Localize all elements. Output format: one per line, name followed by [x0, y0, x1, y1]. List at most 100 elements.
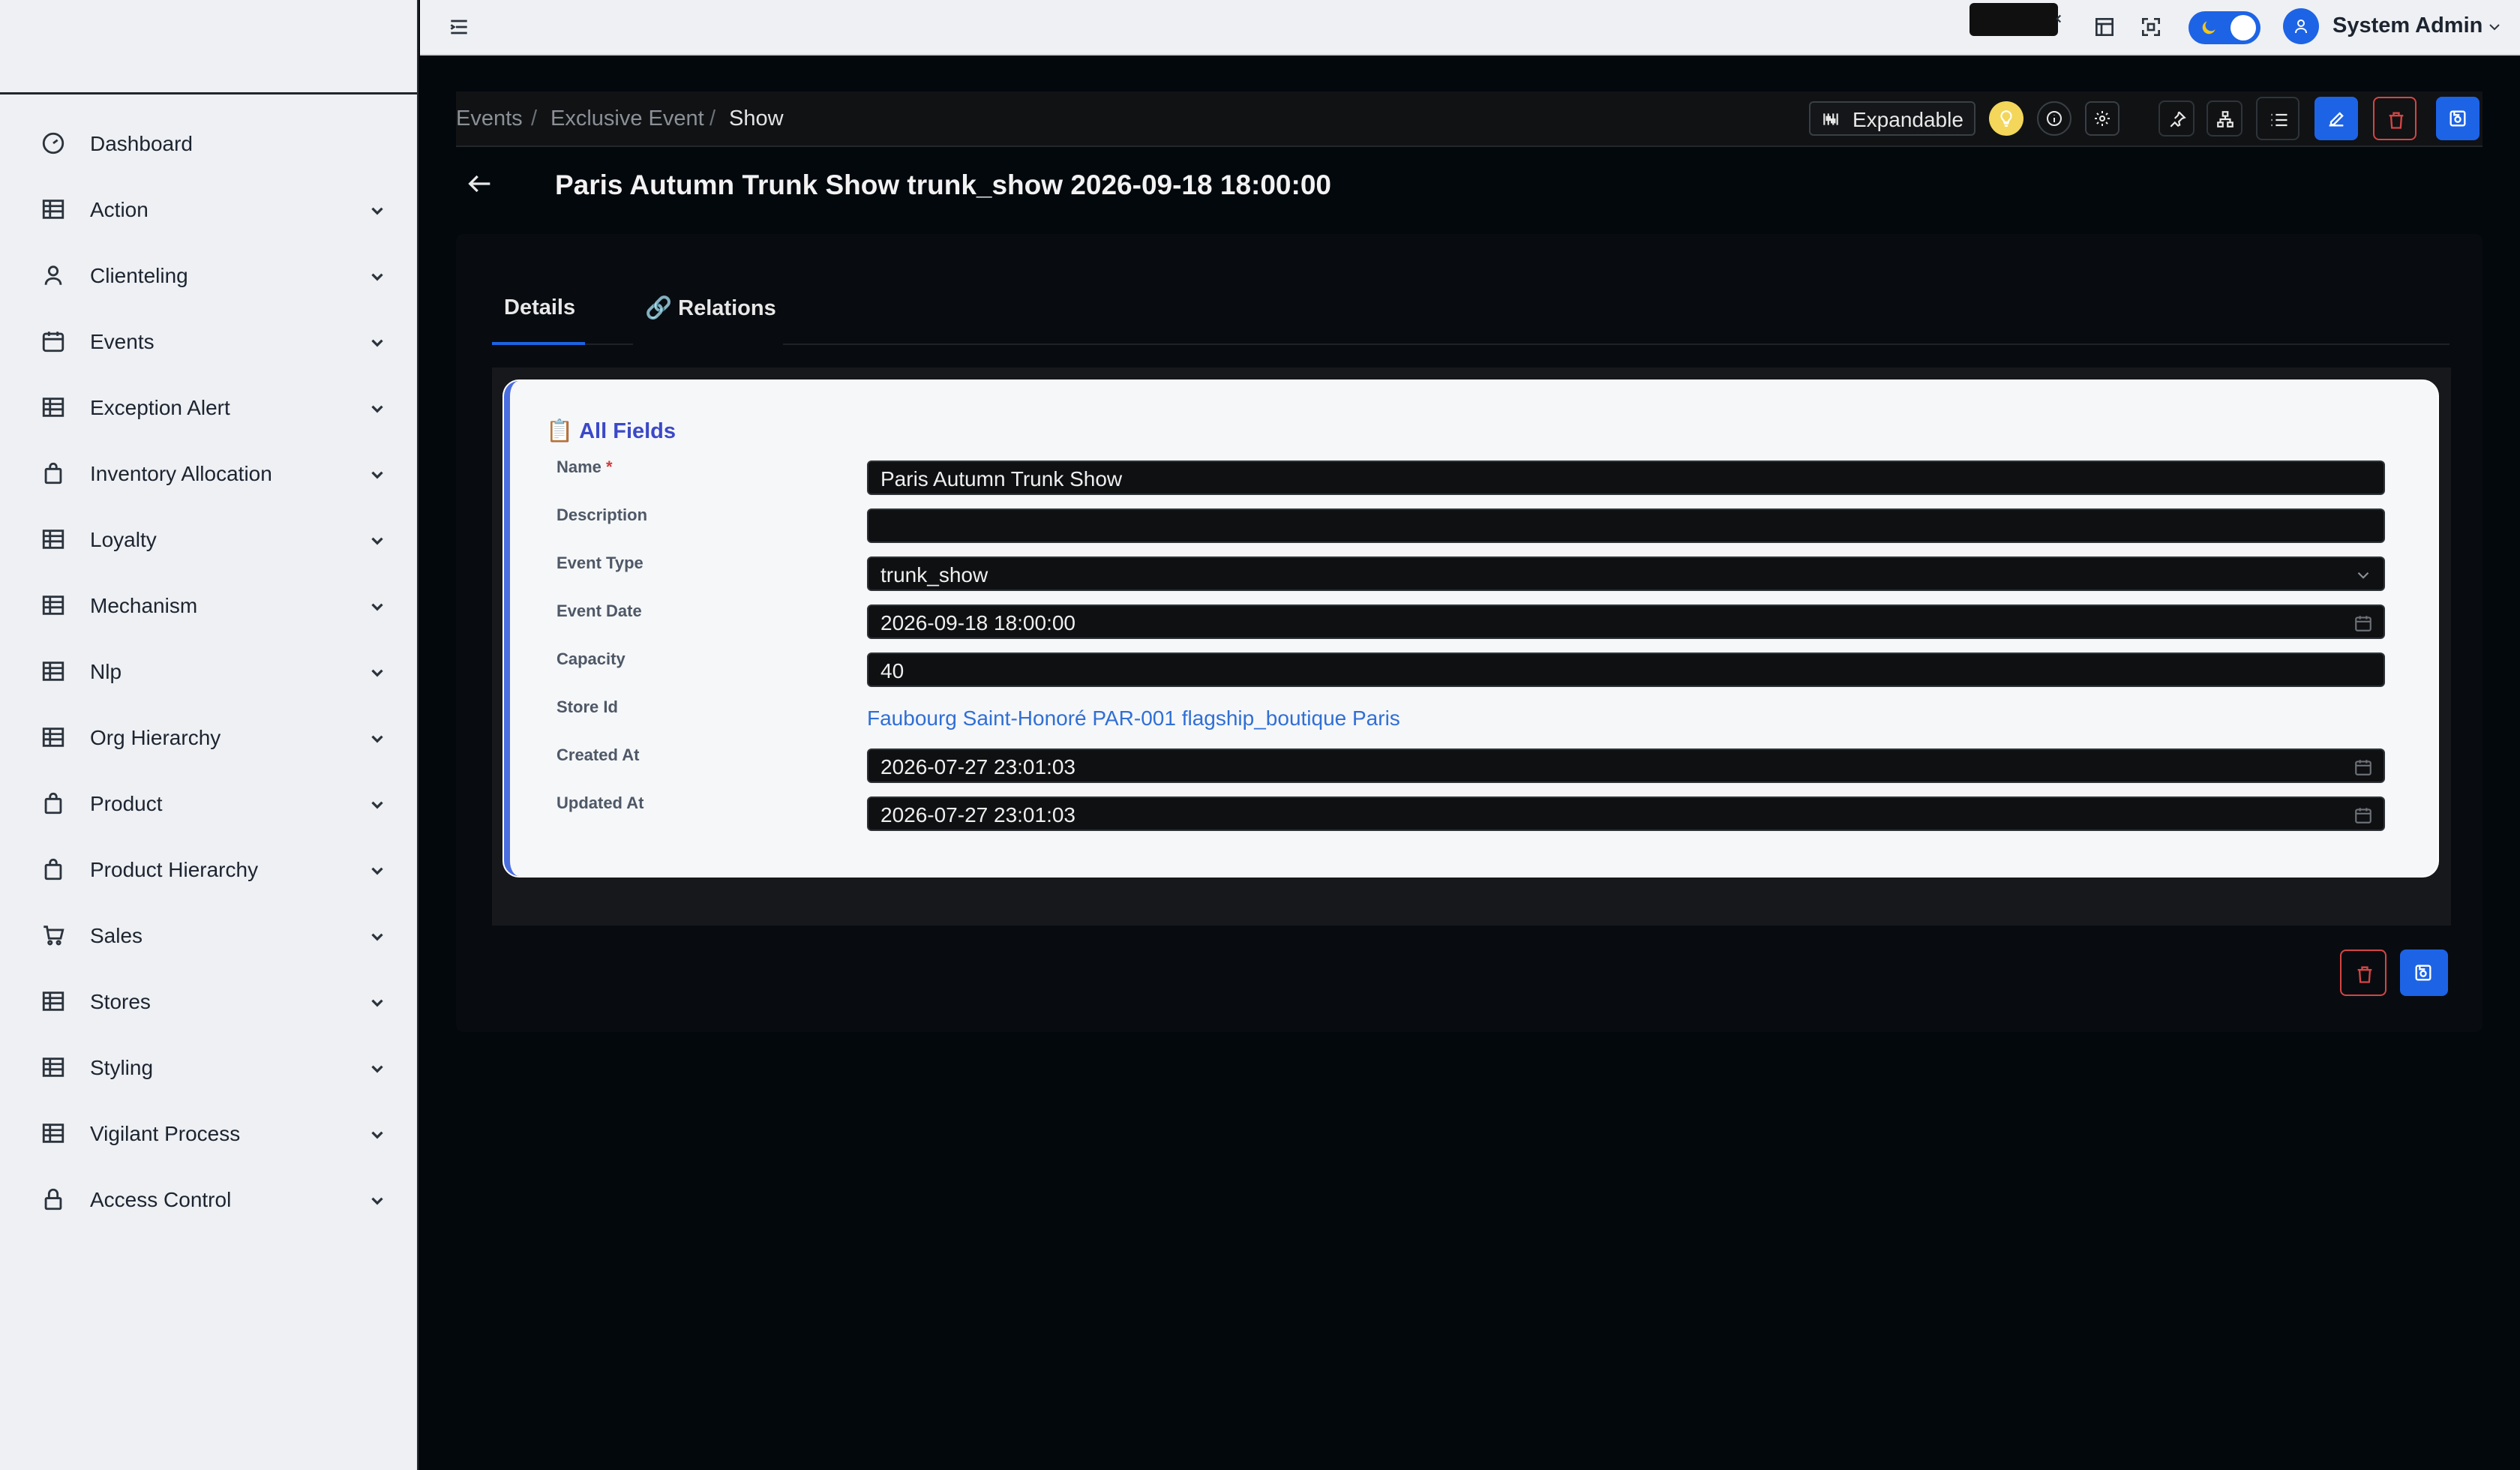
sidebar-item-label: Sales: [90, 924, 143, 947]
save-icon: [2450, 110, 2466, 127]
chevron-left-icon: [2056, 14, 2062, 23]
sidebar-item-label: Mechanism: [90, 594, 198, 617]
tab-relations[interactable]: 🔗 Relations: [633, 280, 783, 345]
save-icon: [2415, 964, 2432, 981]
event-date-input[interactable]: 2026-09-18 18:00:00: [867, 604, 2385, 639]
sidebar-item-label: Exception Alert: [90, 396, 230, 419]
sidebar-item-stores[interactable]: Stores: [0, 972, 417, 1032]
menu-toggle-icon[interactable]: [447, 15, 471, 39]
chevron-down-icon[interactable]: [2486, 18, 2504, 36]
event-date-value: 2026-09-18 18:00:00: [880, 611, 1076, 634]
field-label-store-id: Store Id: [556, 698, 618, 716]
field-label-updated-at: Updated At: [556, 794, 644, 812]
chevron-down-icon: [2357, 572, 2369, 579]
sidebar-item-vigilant-process[interactable]: Vigilant Process: [0, 1104, 417, 1164]
sidebar-item-label: Events: [90, 330, 154, 353]
sidebar-item-styling[interactable]: Styling: [0, 1038, 417, 1098]
info-button[interactable]: [2037, 101, 2072, 136]
table-icon: [42, 728, 64, 747]
field-label-created-at: Created At: [556, 746, 640, 764]
chevron-down-icon: [371, 999, 383, 1007]
user-icon: [44, 266, 62, 285]
created-at-input[interactable]: 2026-07-27 23:01:03: [867, 748, 2385, 783]
bag-icon: [44, 462, 62, 484]
capacity-value: 40: [880, 659, 904, 682]
field-label-event-type: Event Type: [556, 554, 644, 572]
list-button[interactable]: [2256, 97, 2300, 140]
user-name[interactable]: System Admin: [2332, 14, 2482, 38]
hierarchy-button[interactable]: [2206, 100, 2242, 136]
hint-button[interactable]: [1989, 101, 2024, 136]
updated-at-input[interactable]: 2026-07-27 23:01:03: [867, 796, 2385, 831]
sidebar-item-product-hierarchy[interactable]: Product Hierarchy: [0, 840, 417, 900]
sidebar-item-events[interactable]: Events: [0, 312, 417, 372]
sidebar-item-product[interactable]: Product: [0, 774, 417, 834]
layout-icon[interactable]: [2092, 15, 2116, 39]
save-button[interactable]: [2436, 97, 2480, 140]
chevron-down-icon: [371, 537, 383, 545]
chevron-down-icon: [371, 1197, 383, 1205]
chevron-down-icon: [371, 273, 383, 281]
name-input[interactable]: Paris Autumn Trunk Show: [867, 460, 2385, 495]
clipboard-icon: 📋: [546, 419, 574, 443]
sidebar-item-action[interactable]: Action: [0, 180, 417, 240]
bottom-delete-button[interactable]: [2340, 950, 2386, 996]
table-icon: [42, 992, 64, 1011]
delete-button[interactable]: [2373, 97, 2416, 140]
sidebar-item-exception-alert[interactable]: Exception Alert: [0, 378, 417, 438]
sidebar-item-org-hierarchy[interactable]: Org Hierarchy: [0, 708, 417, 768]
sidebar-item-label: Nlp: [90, 660, 122, 683]
edit-button[interactable]: [2314, 97, 2358, 140]
capacity-input[interactable]: 40: [867, 652, 2385, 687]
theme-toggle[interactable]: [2188, 11, 2260, 44]
sidebar-item-dashboard[interactable]: Dashboard: [0, 114, 417, 174]
store-link[interactable]: Faubourg Saint-Honoré PAR-001 flagship_b…: [867, 706, 1400, 730]
top-bar: System Admin: [420, 0, 2520, 56]
sidebar: Dashboard Action Clienteling Events Exce…: [0, 0, 418, 1470]
sidebar-item-loyalty[interactable]: Loyalty: [0, 510, 417, 570]
updated-at-value: 2026-07-27 23:01:03: [880, 803, 1076, 826]
avatar[interactable]: [2283, 8, 2319, 44]
description-input[interactable]: [867, 508, 2385, 543]
tab-details[interactable]: Details: [492, 280, 585, 345]
sidebar-item-nlp[interactable]: Nlp: [0, 642, 417, 702]
expandable-button[interactable]: Expandable: [1809, 101, 1976, 136]
sliders-icon: [1823, 113, 1838, 125]
back-arrow-icon[interactable]: [465, 171, 495, 196]
table-icon: [42, 398, 64, 417]
event-type-select[interactable]: trunk_show: [867, 556, 2385, 591]
sidebar-item-inventory-allocation[interactable]: Inventory Allocation: [0, 444, 417, 504]
pin-button[interactable]: [2158, 100, 2194, 136]
lock-icon: [44, 1188, 62, 1210]
required-marker: *: [606, 458, 613, 476]
sidebar-item-access-control[interactable]: Access Control: [0, 1170, 417, 1230]
event-type-value: trunk_show: [880, 563, 988, 586]
breadcrumb-item[interactable]: Events: [456, 106, 523, 131]
info-icon: [2047, 111, 2062, 126]
sidebar-item-clienteling[interactable]: Clienteling: [0, 246, 417, 306]
trash-icon: [2389, 112, 2404, 129]
breadcrumb-item[interactable]: Exclusive Event: [550, 106, 704, 131]
bottom-save-button[interactable]: [2400, 950, 2448, 996]
toggle-knob: [2230, 15, 2256, 40]
chevron-down-icon: [371, 801, 383, 809]
page-title: Paris Autumn Trunk Show trunk_show 2026-…: [555, 170, 1331, 200]
chevron-down-icon: [371, 339, 383, 347]
settings-button[interactable]: [2085, 101, 2120, 136]
table-icon: [42, 530, 64, 549]
field-label-event-date: Event Date: [556, 602, 642, 620]
calendar-icon: [2355, 760, 2372, 776]
chevron-down-icon: [371, 405, 383, 413]
field-label-description: Description: [556, 506, 648, 524]
tab-label: 🔗 Relations: [645, 296, 776, 320]
fullscreen-icon[interactable]: [2139, 15, 2163, 39]
bag-icon: [44, 858, 62, 880]
sidebar-item-label: Product: [90, 792, 163, 815]
sidebar-item-sales[interactable]: Sales: [0, 906, 417, 966]
breadcrumb-toolbar: Events / Exclusive Event / Show Expandab…: [456, 92, 2482, 147]
sidebar-item-mechanism[interactable]: Mechanism: [0, 576, 417, 636]
sidebar-item-label: Product Hierarchy: [90, 858, 259, 881]
sidebar-item-label: Loyalty: [90, 528, 157, 551]
chevron-down-icon: [371, 1131, 383, 1139]
chevron-down-icon: [371, 1065, 383, 1073]
